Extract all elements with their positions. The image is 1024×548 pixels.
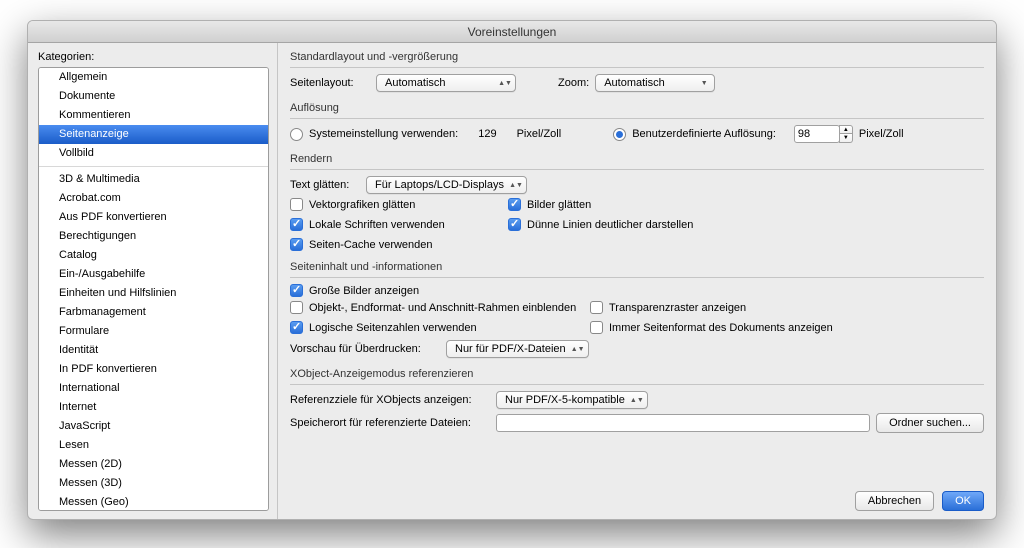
category-item[interactable]: Farbmanagement <box>39 303 268 322</box>
category-item[interactable]: Aus PDF konvertieren <box>39 208 268 227</box>
section-xobject-title: XObject-Anzeigemodus referenzieren <box>290 368 984 380</box>
page-cache-checkbox[interactable] <box>290 238 303 251</box>
thin-lines-checkbox[interactable] <box>508 218 521 231</box>
category-label: Kategorien: <box>38 51 269 63</box>
custom-resolution-stepper[interactable]: ▲▼ <box>794 125 853 143</box>
category-item[interactable]: Seitenanzeige <box>39 125 268 144</box>
stepper-up-button[interactable]: ▲ <box>839 125 853 134</box>
section-resolution: Auflösung Systemeinstellung verwenden: 1… <box>290 102 984 147</box>
transparency-grid-checkbox[interactable] <box>590 301 603 314</box>
resolution-unit-1: Pixel/Zoll <box>517 128 562 140</box>
page-layout-combo[interactable]: Automatisch▲▼ <box>376 74 516 92</box>
overprint-combo[interactable]: Nur für PDF/X-Dateien▲▼ <box>446 340 589 358</box>
xobject-ref-combo[interactable]: Nur PDF/X-5-kompatible▲▼ <box>496 391 648 409</box>
section-resolution-title: Auflösung <box>290 102 984 114</box>
large-images-checkbox[interactable] <box>290 284 303 297</box>
smooth-text-label: Text glätten: <box>290 179 360 191</box>
smooth-images-checkbox[interactable] <box>508 198 521 211</box>
section-xobject: XObject-Anzeigemodus referenzieren Refer… <box>290 368 984 437</box>
system-resolution-value: 129 <box>478 128 496 140</box>
custom-resolution-radio[interactable] <box>613 128 626 141</box>
updown-icon: ▲▼ <box>510 183 522 188</box>
use-system-radio[interactable] <box>290 128 303 141</box>
zoom-combo[interactable]: Automatisch▼ <box>595 74 715 92</box>
dropdown-icon: ▼ <box>698 81 710 86</box>
category-item[interactable]: Lesen <box>39 436 268 455</box>
section-layout: Standardlayout und -vergrößerung Seitenl… <box>290 51 984 96</box>
local-fonts-checkbox[interactable] <box>290 218 303 231</box>
ok-button[interactable]: OK <box>942 491 984 511</box>
use-system-label: Systemeinstellung verwenden: <box>309 128 458 140</box>
category-item[interactable]: Messen (Geo) <box>39 493 268 511</box>
category-item[interactable]: Internet <box>39 398 268 417</box>
category-item[interactable]: Berechtigungen <box>39 227 268 246</box>
show-boxes-checkbox[interactable] <box>290 301 303 314</box>
category-item[interactable]: Allgemein <box>39 68 268 87</box>
browse-folder-button[interactable]: Ordner suchen... <box>876 413 984 433</box>
category-item[interactable]: Ein-/Ausgabehilfe <box>39 265 268 284</box>
updown-icon: ▲▼ <box>631 398 643 403</box>
xobject-ref-label: Referenzziele für XObjects anzeigen: <box>290 394 490 406</box>
category-panel: Kategorien: AllgemeinDokumenteKommentier… <box>28 43 278 519</box>
logical-pages-checkbox[interactable] <box>290 321 303 334</box>
preferences-window: Voreinstellungen Kategorien: AllgemeinDo… <box>27 20 997 520</box>
category-item[interactable]: JavaScript <box>39 417 268 436</box>
window-title: Voreinstellungen <box>28 21 996 43</box>
category-item[interactable]: 3D & Multimedia <box>39 170 268 189</box>
category-item[interactable]: Catalog <box>39 246 268 265</box>
category-item[interactable]: Messen (3D) <box>39 474 268 493</box>
xobject-path-label: Speicherort für referenzierte Dateien: <box>290 417 490 429</box>
overprint-label: Vorschau für Überdrucken: <box>290 343 440 355</box>
cancel-button[interactable]: Abbrechen <box>855 491 934 511</box>
resolution-unit-2: Pixel/Zoll <box>859 128 904 140</box>
category-item[interactable]: Messen (2D) <box>39 455 268 474</box>
section-content: Seiteninhalt und -informationen Große Bi… <box>290 261 984 362</box>
settings-panel: Standardlayout und -vergrößerung Seitenl… <box>278 43 996 519</box>
category-item[interactable]: Acrobat.com <box>39 189 268 208</box>
custom-resolution-label: Benutzerdefinierte Auflösung: <box>632 128 776 140</box>
category-item[interactable]: In PDF konvertieren <box>39 360 268 379</box>
dialog-footer: Abbrechen OK <box>290 485 984 511</box>
section-content-title: Seiteninhalt und -informationen <box>290 261 984 273</box>
stepper-down-button[interactable]: ▼ <box>839 134 853 143</box>
smooth-vector-checkbox[interactable] <box>290 198 303 211</box>
section-layout-title: Standardlayout und -vergrößerung <box>290 51 984 63</box>
section-render: Rendern Text glätten: Für Laptops/LCD-Di… <box>290 153 984 255</box>
category-separator <box>39 166 268 167</box>
page-layout-label: Seitenlayout: <box>290 77 370 89</box>
updown-icon: ▲▼ <box>499 81 511 86</box>
category-item[interactable]: International <box>39 379 268 398</box>
category-listbox[interactable]: AllgemeinDokumenteKommentierenSeitenanze… <box>38 67 269 511</box>
updown-icon: ▲▼ <box>572 347 584 352</box>
category-item[interactable]: Formulare <box>39 322 268 341</box>
xobject-path-input[interactable] <box>496 414 870 432</box>
section-render-title: Rendern <box>290 153 984 165</box>
category-item[interactable]: Vollbild <box>39 144 268 163</box>
smooth-text-combo[interactable]: Für Laptops/LCD-Displays▲▼ <box>366 176 527 194</box>
zoom-label: Zoom: <box>558 77 589 89</box>
category-item[interactable]: Einheiten und Hilfslinien <box>39 284 268 303</box>
always-page-format-checkbox[interactable] <box>590 321 603 334</box>
category-item[interactable]: Identität <box>39 341 268 360</box>
category-item[interactable]: Dokumente <box>39 87 268 106</box>
custom-resolution-input[interactable] <box>794 125 840 143</box>
category-item[interactable]: Kommentieren <box>39 106 268 125</box>
